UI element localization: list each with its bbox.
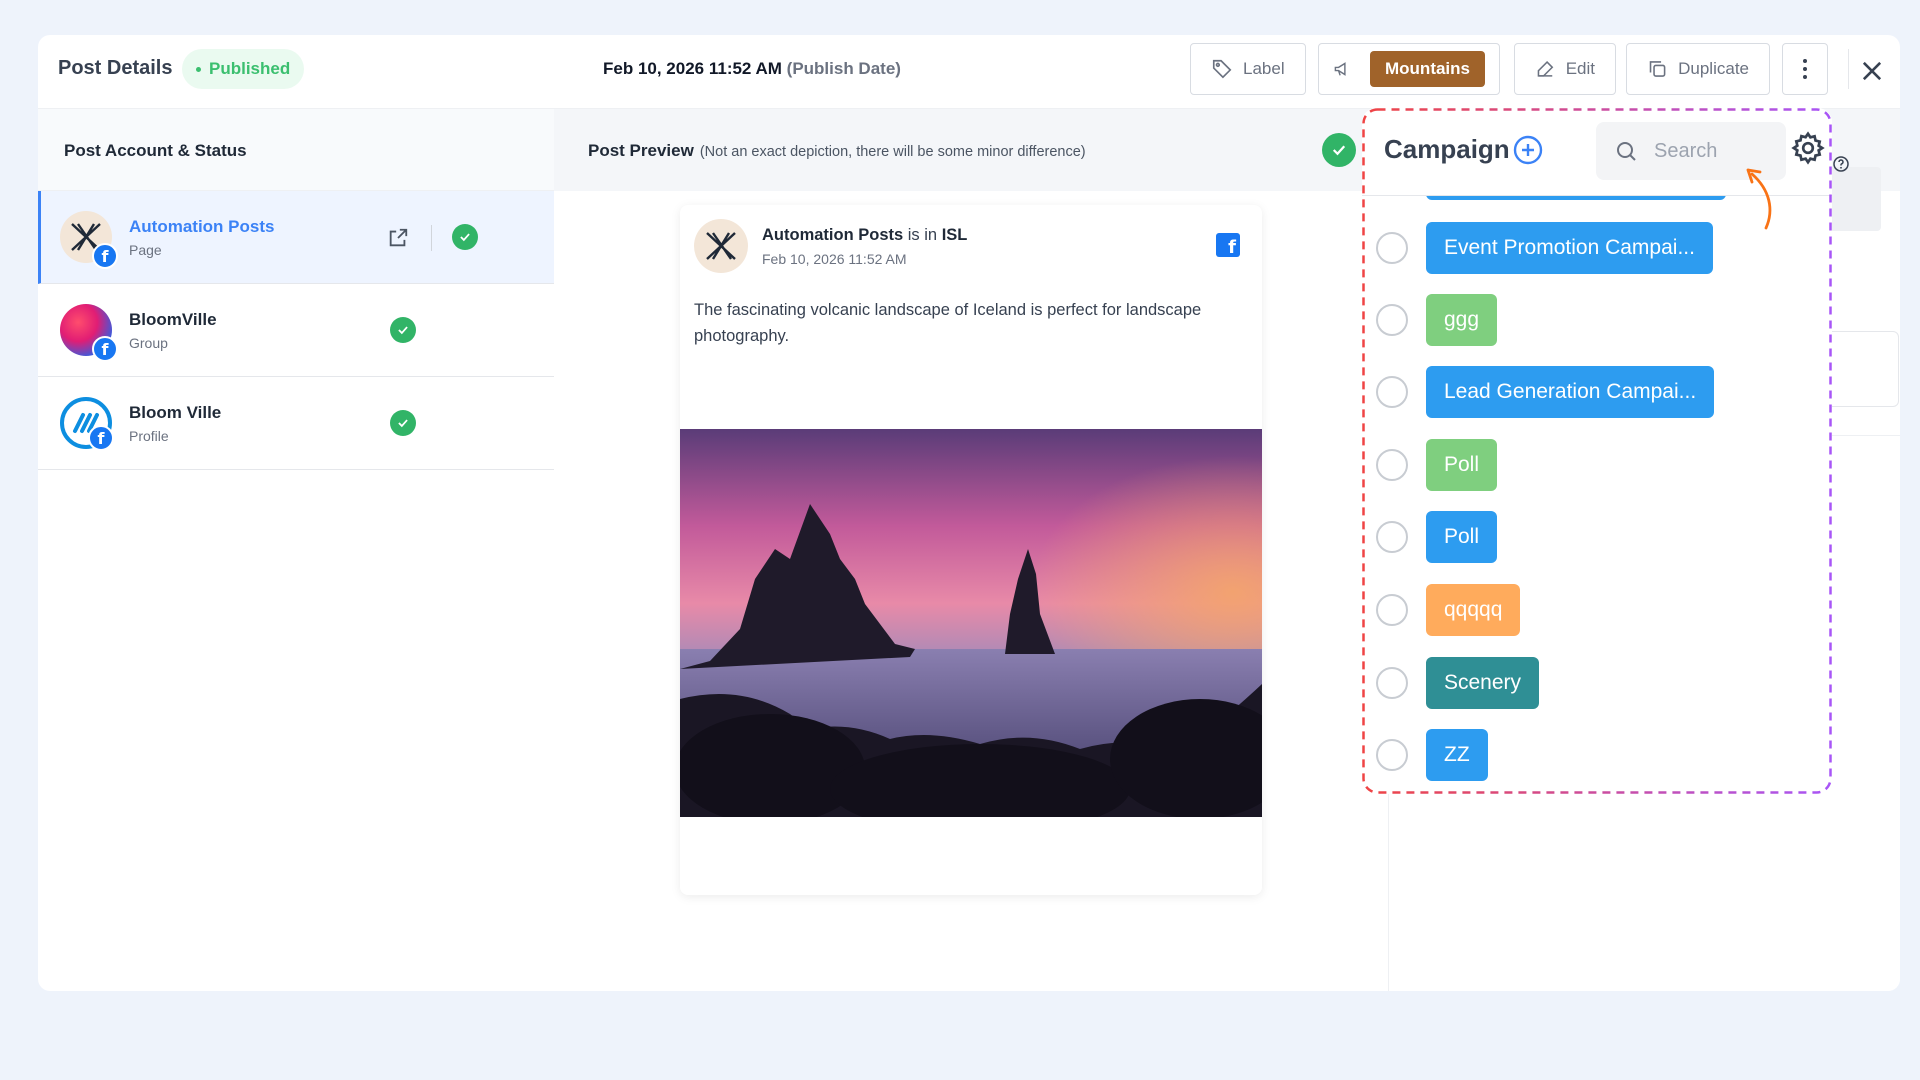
account-divider xyxy=(431,225,432,251)
status-text: Published xyxy=(209,59,291,78)
post-details-header: Post Details Published Feb 10, 2026 11:5… xyxy=(38,35,1900,109)
post-text: The fascinating volcanic landscape of Ic… xyxy=(694,301,1202,345)
post-preview-title: Post Preview xyxy=(588,141,694,160)
avatar: f xyxy=(60,304,118,362)
facebook-icon: f xyxy=(92,243,118,269)
campaign-radio[interactable] xyxy=(1376,304,1408,336)
megaphone-icon xyxy=(1334,62,1346,76)
campaign-title: Campaign xyxy=(1384,134,1510,164)
campaign-radio[interactable] xyxy=(1376,449,1408,481)
post-location: ISL xyxy=(941,225,968,244)
header-divider xyxy=(1848,49,1849,89)
campaign-radio[interactable] xyxy=(1376,232,1408,264)
campaign-radio[interactable] xyxy=(1376,594,1408,626)
campaign-tag: ZZ xyxy=(1426,729,1488,781)
publish-date-value: Feb 10, 2026 11:52 AM xyxy=(603,59,782,78)
campaign-tag: Lead Generation Campai... xyxy=(1426,366,1715,418)
post-author-line: Automation Posts is in ISL xyxy=(762,226,967,245)
campaign-tag: Poll xyxy=(1426,511,1498,563)
campaign-tag: Poll xyxy=(1426,439,1498,491)
campaign-option[interactable]: Poll xyxy=(1376,439,1498,491)
post-preview-card: Automation Posts is in ISL Feb 10, 2026 … xyxy=(680,205,1262,895)
campaign-tag: Scenery xyxy=(1426,657,1540,709)
campaign-radio[interactable] xyxy=(1376,667,1408,699)
more-options-button[interactable] xyxy=(1782,43,1828,95)
publish-date: Feb 10, 2026 11:52 AM (Publish Date) xyxy=(603,59,901,79)
avatar: f xyxy=(60,211,118,269)
account-item-bloom-ville[interactable]: f Bloom Ville Profile xyxy=(38,377,554,470)
campaign-option[interactable]: Poll xyxy=(1376,511,1498,563)
account-name: Bloom Ville xyxy=(129,402,222,422)
preview-check-icon xyxy=(1322,133,1356,167)
facebook-icon: f xyxy=(88,425,114,451)
account-name: Automation Posts xyxy=(129,216,275,236)
search-icon xyxy=(1617,142,1636,161)
facebook-icon: f xyxy=(1216,233,1240,257)
check-icon xyxy=(390,317,416,343)
account-name: BloomVille xyxy=(129,309,217,329)
account-type: Group xyxy=(129,334,168,351)
label-button[interactable]: Label xyxy=(1190,43,1306,95)
post-author-mid: is in xyxy=(907,225,938,244)
campaign-tag: Event Promotion Campai... xyxy=(1426,222,1713,274)
post-author: Automation Posts xyxy=(762,225,904,244)
campaign-tag-partial xyxy=(1426,196,1726,200)
campaign-option[interactable]: Event Promotion Campai... xyxy=(1376,222,1713,274)
campaign-radio[interactable] xyxy=(1376,376,1408,408)
duplicate-icon xyxy=(1649,61,1666,77)
campaign-button[interactable]: Mountains xyxy=(1318,43,1500,95)
campaign-list: Event Promotion Campai... ggg Lead Gener… xyxy=(1362,196,1832,794)
duplicate-button[interactable]: Duplicate xyxy=(1626,43,1770,95)
campaign-tag: qqqqq xyxy=(1426,584,1521,636)
account-panel-heading: Post Account & Status xyxy=(38,109,554,191)
account-type: Profile xyxy=(129,427,169,444)
campaign-option[interactable]: Lead Generation Campai... xyxy=(1376,366,1715,418)
campaign-radio[interactable] xyxy=(1376,521,1408,553)
edit-button-text: Edit xyxy=(1565,59,1595,78)
check-icon xyxy=(390,410,416,436)
automation-logo-icon xyxy=(706,232,736,260)
avatar: f xyxy=(60,397,114,451)
post-preview-header: Post Preview (Not an exact depiction, the… xyxy=(554,109,1396,191)
campaign-radio[interactable] xyxy=(1376,739,1408,771)
check-icon xyxy=(452,224,478,250)
edit-icon xyxy=(1537,61,1554,77)
campaign-option[interactable]: Scenery xyxy=(1376,657,1540,709)
edit-button[interactable]: Edit xyxy=(1514,43,1616,95)
status-badge: Published xyxy=(182,49,305,89)
status-dot-icon xyxy=(196,66,201,72)
post-date: Feb 10, 2026 11:52 AM xyxy=(762,250,907,267)
campaign-option[interactable]: ggg xyxy=(1376,294,1498,346)
duplicate-button-text: Duplicate xyxy=(1678,59,1749,78)
external-link-icon[interactable] xyxy=(387,227,409,249)
campaign-option[interactable]: ZZ xyxy=(1376,729,1488,781)
post-avatar xyxy=(694,219,748,273)
help-icon[interactable] xyxy=(1832,155,1850,173)
plus-circle-icon[interactable] xyxy=(1512,134,1544,166)
campaign-tag: ggg xyxy=(1426,294,1498,346)
account-type: Page xyxy=(129,241,162,258)
publish-date-suffix: (Publish Date) xyxy=(786,59,901,78)
post-image xyxy=(680,429,1262,817)
pointer-arrow-icon xyxy=(1746,168,1772,230)
campaign-pill: Mountains xyxy=(1370,51,1485,87)
account-status-panel: Post Account & Status f Automation Posts… xyxy=(38,109,554,991)
tag-icon xyxy=(1212,59,1232,79)
kebab-icon xyxy=(1803,57,1807,81)
close-icon[interactable] xyxy=(1858,57,1886,85)
facebook-icon: f xyxy=(92,336,118,362)
page-title: Post Details xyxy=(58,57,173,79)
post-preview-note: (Not an exact depiction, there will be s… xyxy=(699,144,1086,160)
label-button-text: Label xyxy=(1243,59,1285,78)
account-item-automation-posts[interactable]: f Automation Posts Page xyxy=(38,191,554,284)
campaign-option[interactable]: qqqqq xyxy=(1376,584,1521,636)
account-item-bloomville[interactable]: f BloomVille Group xyxy=(38,284,554,377)
